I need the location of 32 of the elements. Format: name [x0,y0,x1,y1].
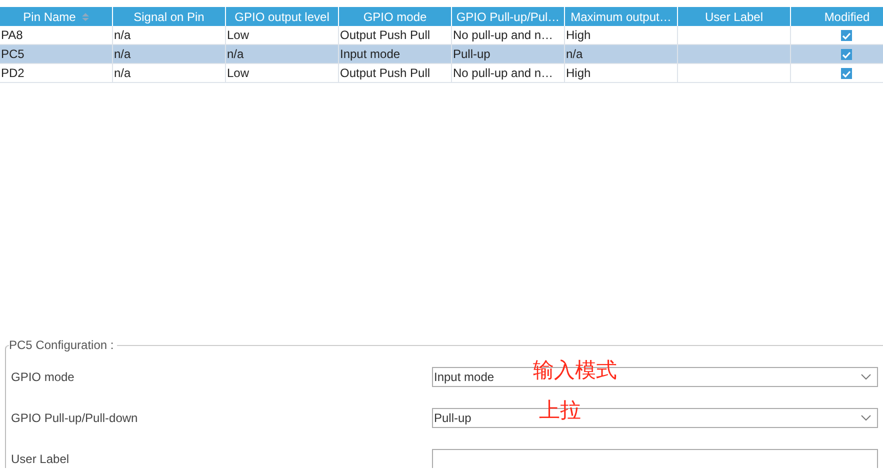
column-header[interactable]: Pin Name [0,7,112,26]
field-label: User Label [10,452,70,466]
column-header[interactable]: GPIO Pull-up/Pul… [452,7,564,26]
table-cell: Output Push Pull [338,64,452,82]
table-cell: PD2 [0,64,112,82]
table-row[interactable]: PD2 n/a Low Output Push Pull No pull-up and n… High [0,64,883,82]
checkbox[interactable] [841,30,852,42]
field-label: GPIO mode [10,370,76,384]
column-header[interactable]: Signal on Pin [112,7,226,26]
column-header[interactable]: Modified [790,7,883,26]
table-cell: n/a [112,44,226,64]
input-field[interactable] [432,448,878,468]
table-cell: PC5 [0,44,112,64]
table-cell: High [564,64,678,82]
column-header[interactable]: User Label [678,7,790,26]
field-label: GPIO Pull-up/Pull-down [10,410,139,424]
table-cell: Pull-up [452,44,564,64]
table-cell: n/a [112,64,226,82]
checkbox[interactable] [841,49,852,60]
table-row[interactable]: PC5 n/a n/a Input mode Pull-up n/a [0,44,883,64]
table-cell: Input mode [338,44,452,64]
config-title: PC5 Configuration : [9,338,117,352]
table-cell: Low [226,64,338,82]
table-cell: n/a [564,44,678,64]
column-header[interactable]: GPIO output level [226,7,338,26]
table-cell: n/a [226,44,338,64]
table-cell: No pull-up and n… [452,64,564,82]
caret-icon [861,374,871,380]
column-header[interactable]: Maximum output… [564,7,678,26]
checkbox[interactable] [841,68,852,80]
caret-icon [861,414,871,420]
column-header[interactable]: GPIO mode [338,7,452,26]
